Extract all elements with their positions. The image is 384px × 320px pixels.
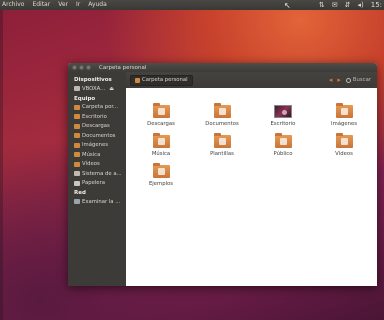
file-item-descargas[interactable]: Descargas <box>131 103 191 135</box>
folder-icon <box>74 123 80 129</box>
home-icon <box>135 77 140 83</box>
top-panel: Archivo Editar Ver Ir Ayuda ⇅ ✉ ⇵ ◂) 15: <box>0 0 384 10</box>
sidebar-item-label: Descargas <box>82 123 110 130</box>
toolbar: Carpeta personal ◂ ▸ Buscar <box>126 72 377 88</box>
main-pane: Carpeta personal ◂ ▸ Buscar Descargas Do… <box>126 72 377 286</box>
sidebar-item-vboxa[interactable]: VBOXA... ⏏ <box>68 84 126 94</box>
volume-icon[interactable]: ◂) <box>357 0 363 10</box>
folder-icon <box>74 161 80 167</box>
folder-download-icon <box>152 103 170 118</box>
mail-icon[interactable]: ✉ <box>332 0 338 10</box>
sidebar-item-label: Documentos <box>82 132 116 139</box>
window-titlebar[interactable]: Carpeta personal <box>68 63 377 72</box>
folder-pictures-icon <box>335 103 353 118</box>
mouse-cursor-icon: ↖ <box>284 1 291 10</box>
file-label: Plantillas <box>210 151 234 157</box>
close-icon[interactable] <box>72 65 77 70</box>
sidebar-item-label: Imágenes <box>82 142 108 149</box>
breadcrumb-label: Carpeta personal <box>142 77 188 83</box>
file-label: Público <box>273 151 293 157</box>
file-item-documentos[interactable]: Documentos <box>192 103 252 135</box>
folder-examples-icon <box>152 163 170 178</box>
file-label: Documentos <box>205 121 239 127</box>
drive-icon <box>74 171 80 177</box>
menu-ayuda[interactable]: Ayuda <box>88 0 107 10</box>
sidebar-item-label: Examinar la ... <box>82 198 121 205</box>
window-title: Carpeta personal <box>99 64 147 71</box>
file-item-plantillas[interactable]: Plantillas <box>192 133 252 165</box>
sidebar-item-filesystem[interactable]: Sistema de a... <box>68 169 126 179</box>
file-item-musica[interactable]: Música <box>131 133 191 165</box>
desktop-thumbnail-icon <box>274 105 292 118</box>
file-item-videos[interactable]: Vídeos <box>314 133 374 165</box>
sidebar-item-label: Vídeos <box>82 161 100 168</box>
sidebar-item-musica[interactable]: Música <box>68 150 126 160</box>
file-item-escritorio[interactable]: Escritorio <box>253 105 313 135</box>
sidebar-header-devices: Dispositivos <box>74 77 112 83</box>
folder-icon <box>74 133 80 139</box>
drive-icon <box>74 86 80 92</box>
file-manager-window: Carpeta personal Dispositivos VBOXA... ⏏… <box>68 63 377 286</box>
menu-ir[interactable]: Ir <box>76 0 80 10</box>
breadcrumb[interactable]: Carpeta personal <box>130 74 193 86</box>
eject-icon[interactable]: ⏏ <box>109 86 114 92</box>
search-button[interactable]: Buscar <box>345 77 371 83</box>
search-icon <box>345 77 351 83</box>
sidebar-item-label: Música <box>82 151 101 158</box>
file-label: Descargas <box>147 121 175 127</box>
file-label: Imágenes <box>331 121 357 127</box>
sidebar-item-imagenes[interactable]: Imágenes <box>68 141 126 151</box>
sidebar-item-network[interactable]: Examinar la ... <box>68 197 126 207</box>
system-tray: ⇅ ✉ ⇵ ◂) 15: <box>319 0 382 10</box>
updown-arrows-icon[interactable]: ⇅ <box>319 0 325 10</box>
sidebar-item-documentos[interactable]: Documentos <box>68 131 126 141</box>
file-item-imagenes[interactable]: Imágenes <box>314 103 374 135</box>
sidebar-item-videos[interactable]: Vídeos <box>68 160 126 170</box>
sidebar-item-label: VBOXA... <box>82 85 106 92</box>
launcher-edge <box>0 10 3 320</box>
menu-editar[interactable]: Editar <box>32 0 50 10</box>
clock[interactable]: 15: <box>371 0 382 10</box>
file-item-ejemplos[interactable]: Ejemplos <box>131 163 191 195</box>
folder-music-icon <box>152 133 170 148</box>
file-label: Vídeos <box>335 151 353 157</box>
folder-icon <box>74 114 80 120</box>
folder-icon <box>74 142 80 148</box>
file-label: Música <box>151 151 171 157</box>
sidebar-item-escritorio[interactable]: Escritorio <box>68 112 126 122</box>
network-icon[interactable]: ⇵ <box>345 0 351 10</box>
file-grid: Descargas Documentos Escritorio Imágenes… <box>126 88 377 286</box>
trash-icon <box>74 180 80 186</box>
sidebar-item-label: Sistema de a... <box>82 170 122 177</box>
folder-videos-icon <box>335 133 353 148</box>
menu-bar: Archivo Editar Ver Ir Ayuda <box>0 0 107 10</box>
sidebar-item-label: Escritorio <box>82 113 107 120</box>
sidebar-header-red: Red <box>74 190 86 196</box>
sidebar-item-descargas[interactable]: Descargas <box>68 122 126 132</box>
folder-documents-icon <box>213 103 231 118</box>
file-label: Escritorio <box>270 121 296 127</box>
sidebar-item-home[interactable]: Carpeta por... <box>68 103 126 113</box>
sidebar-item-papelera[interactable]: Papelera <box>68 179 126 189</box>
back-icon[interactable]: ◂ <box>329 76 333 84</box>
sidebar-item-label: Papelera <box>82 180 105 187</box>
sidebar-item-label: Carpeta por... <box>82 104 119 111</box>
search-label: Buscar <box>352 77 371 83</box>
folder-icon <box>74 152 80 158</box>
minimize-icon[interactable] <box>79 65 84 70</box>
maximize-icon[interactable] <box>86 65 91 70</box>
places-sidebar: Dispositivos VBOXA... ⏏ Equipo Carpeta p… <box>68 72 126 286</box>
forward-icon[interactable]: ▸ <box>337 76 341 84</box>
network-icon <box>74 199 80 205</box>
home-icon <box>74 104 80 110</box>
file-label: Ejemplos <box>148 181 174 187</box>
menu-ver[interactable]: Ver <box>58 0 68 10</box>
folder-templates-icon <box>213 133 231 148</box>
sidebar-header-equipo: Equipo <box>74 95 96 102</box>
folder-public-icon <box>274 133 292 148</box>
file-item-publico[interactable]: Público <box>253 133 313 165</box>
menu-archivo[interactable]: Archivo <box>2 0 24 10</box>
